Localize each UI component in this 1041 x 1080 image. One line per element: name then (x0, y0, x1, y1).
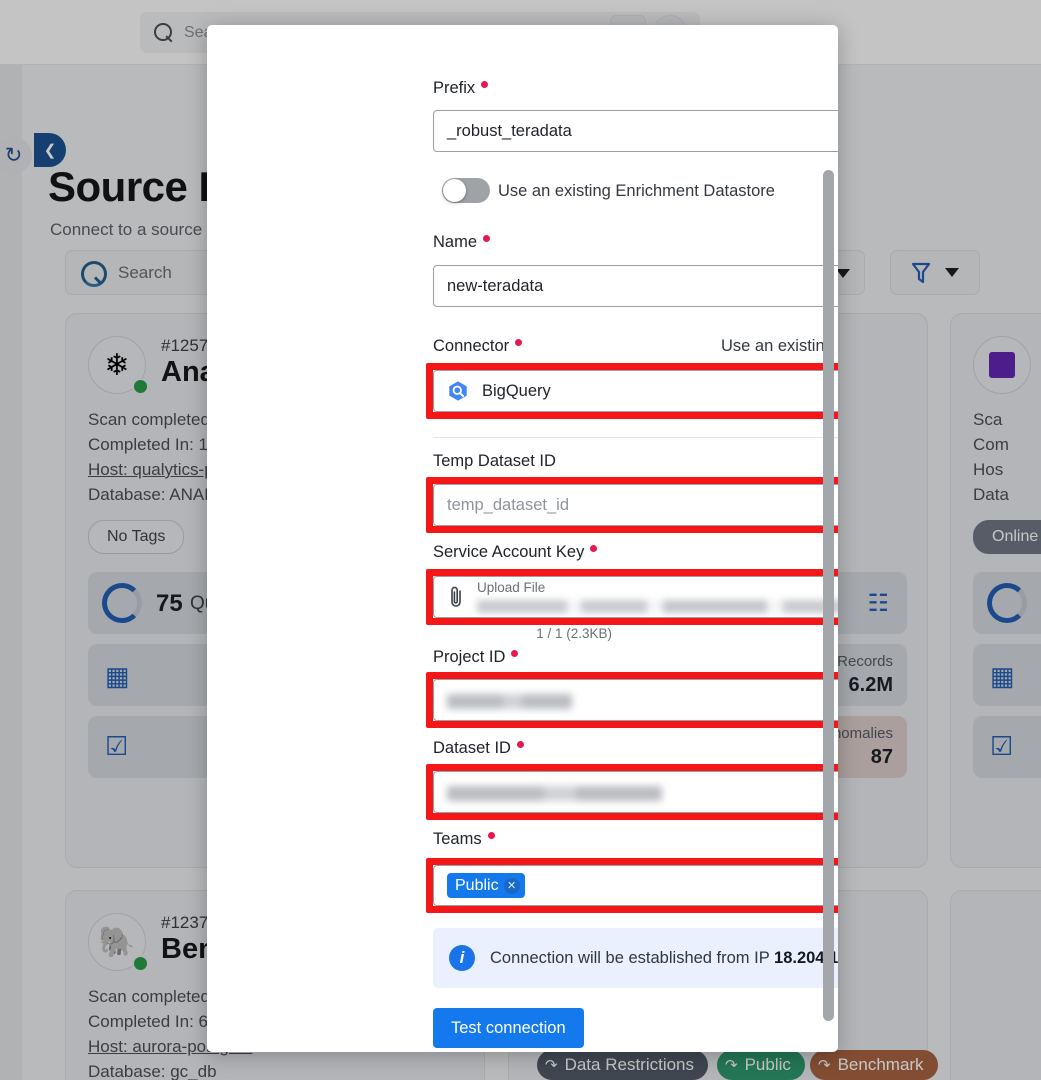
status-dot (132, 955, 149, 972)
modal-scrollbar-thumb[interactable] (823, 170, 834, 1021)
required-indicator (516, 741, 524, 748)
teams-label: Teams (433, 830, 495, 849)
quality-score-tile[interactable] (973, 572, 1041, 634)
database-label: Data (973, 485, 1009, 504)
funnel-icon (911, 262, 931, 283)
left-rail (0, 65, 22, 1080)
datastore-card[interactable]: Sca Com Hos Data Online ▦ ☑ (950, 313, 1041, 868)
tag-pill[interactable]: ↷ Data Restrictions (537, 1050, 709, 1080)
required-indicator (511, 650, 519, 657)
collapse-sidebar-button[interactable]: ❮ (34, 133, 66, 167)
service-account-key-highlight (426, 569, 838, 625)
table-icon: ▦ (990, 661, 1015, 691)
tag-arrow-icon: ↷ (725, 1057, 738, 1074)
search-icon (154, 22, 174, 43)
dataset-id-label: Dataset ID (433, 739, 524, 758)
project-id-label: Project ID (433, 648, 519, 667)
info-icon: i (449, 945, 475, 971)
tag-pill[interactable]: ↷ Benchmark (810, 1050, 938, 1080)
screen: Search by keyword or specific fields ↻ ❮… (0, 0, 1041, 1080)
connection-info-prefix: Connection will be established from IP (490, 948, 775, 967)
tag-pill-label: Data Restrictions (564, 1055, 695, 1074)
tag-arrow-icon: ↷ (818, 1057, 831, 1074)
tag-arrow-icon: ↷ (545, 1057, 558, 1074)
connection-info-bar: i Connection will be established from IP… (433, 928, 838, 988)
service-account-key-label: Service Account Key (433, 543, 598, 562)
connector-highlight (426, 363, 838, 419)
host-label: Hos (973, 460, 1004, 479)
connection-info-text: Connection will be established from IP 1… (490, 949, 838, 968)
databricks-icon (973, 336, 1031, 394)
check-square-icon: ☑ (990, 731, 1014, 761)
prefix-value: _robust_teradata (447, 121, 572, 140)
tag-badge[interactable]: No Tags (88, 520, 185, 554)
refresh-icon[interactable]: ↻ (0, 137, 32, 174)
add-datastore-dialog: Prefix _robust_teradata Use an existing … (207, 25, 838, 1052)
enrichment-datastore-toggle[interactable] (442, 178, 490, 203)
required-indicator (483, 235, 491, 242)
toggle-knob (443, 179, 466, 202)
name-value: new-teradata (447, 276, 544, 295)
datastore-id: #1257 (161, 336, 209, 355)
teams-highlight (426, 858, 838, 913)
status-dot (132, 378, 149, 395)
tables-tile[interactable]: ▦ (973, 644, 1041, 706)
chevron-down-icon (836, 269, 850, 278)
tag-pill[interactable]: ↷ Public (717, 1050, 805, 1080)
tag-pill-label: Public (744, 1055, 791, 1074)
hierarchy-icon: ☷ (867, 590, 889, 617)
required-indicator (590, 545, 598, 552)
table-icon: ▦ (105, 661, 130, 691)
prefix-label: Prefix (433, 79, 489, 98)
datastore-card[interactable]: No Tags (950, 890, 1041, 1080)
quality-ring (102, 583, 142, 623)
scan-completed: Sca (973, 410, 1003, 429)
anomalies-value: 87 (870, 746, 893, 768)
database-name: Database: gc_db (88, 1062, 217, 1080)
checks-tile[interactable]: ☑ (973, 716, 1041, 778)
prefix-input[interactable]: _robust_teradata (433, 110, 838, 152)
test-connection-button[interactable]: Test connection (433, 1008, 584, 1048)
chevron-down-icon (945, 268, 959, 277)
search-icon (80, 260, 107, 287)
datastore-id: #1237 (161, 913, 209, 932)
existing-connection-label: Use an existing connection (721, 337, 838, 355)
records-value: 6.2M (848, 674, 893, 696)
dataset-id-highlight (426, 764, 838, 820)
name-input[interactable]: new-teradata (433, 265, 838, 307)
check-square-icon: ☑ (105, 731, 129, 761)
records-label: Records (837, 653, 893, 670)
connector-label: Connector (433, 337, 523, 356)
filter-dropdown[interactable] (890, 250, 980, 295)
tag-pill-label: Benchmark (837, 1055, 924, 1074)
section-divider (433, 437, 838, 438)
quality-ring (987, 583, 1027, 623)
file-count-label: 1 / 1 (2.3KB) (536, 626, 612, 641)
temp-dataset-id-label: Temp Dataset ID (433, 452, 556, 470)
completed-in: Com (973, 435, 1009, 454)
required-indicator (481, 81, 489, 88)
project-id-highlight (426, 672, 838, 728)
status-badge[interactable]: Online (973, 520, 1041, 554)
required-indicator (515, 339, 523, 346)
enrichment-datastore-label: Use an existing Enrichment Datastore (498, 182, 775, 200)
quality-score-value: 75 (156, 590, 183, 617)
search-placeholder: Search (118, 262, 172, 282)
temp-dataset-id-highlight (426, 477, 838, 533)
required-indicator (487, 832, 495, 839)
modal-scrollbar[interactable] (823, 170, 834, 1021)
name-label: Name (433, 233, 491, 252)
